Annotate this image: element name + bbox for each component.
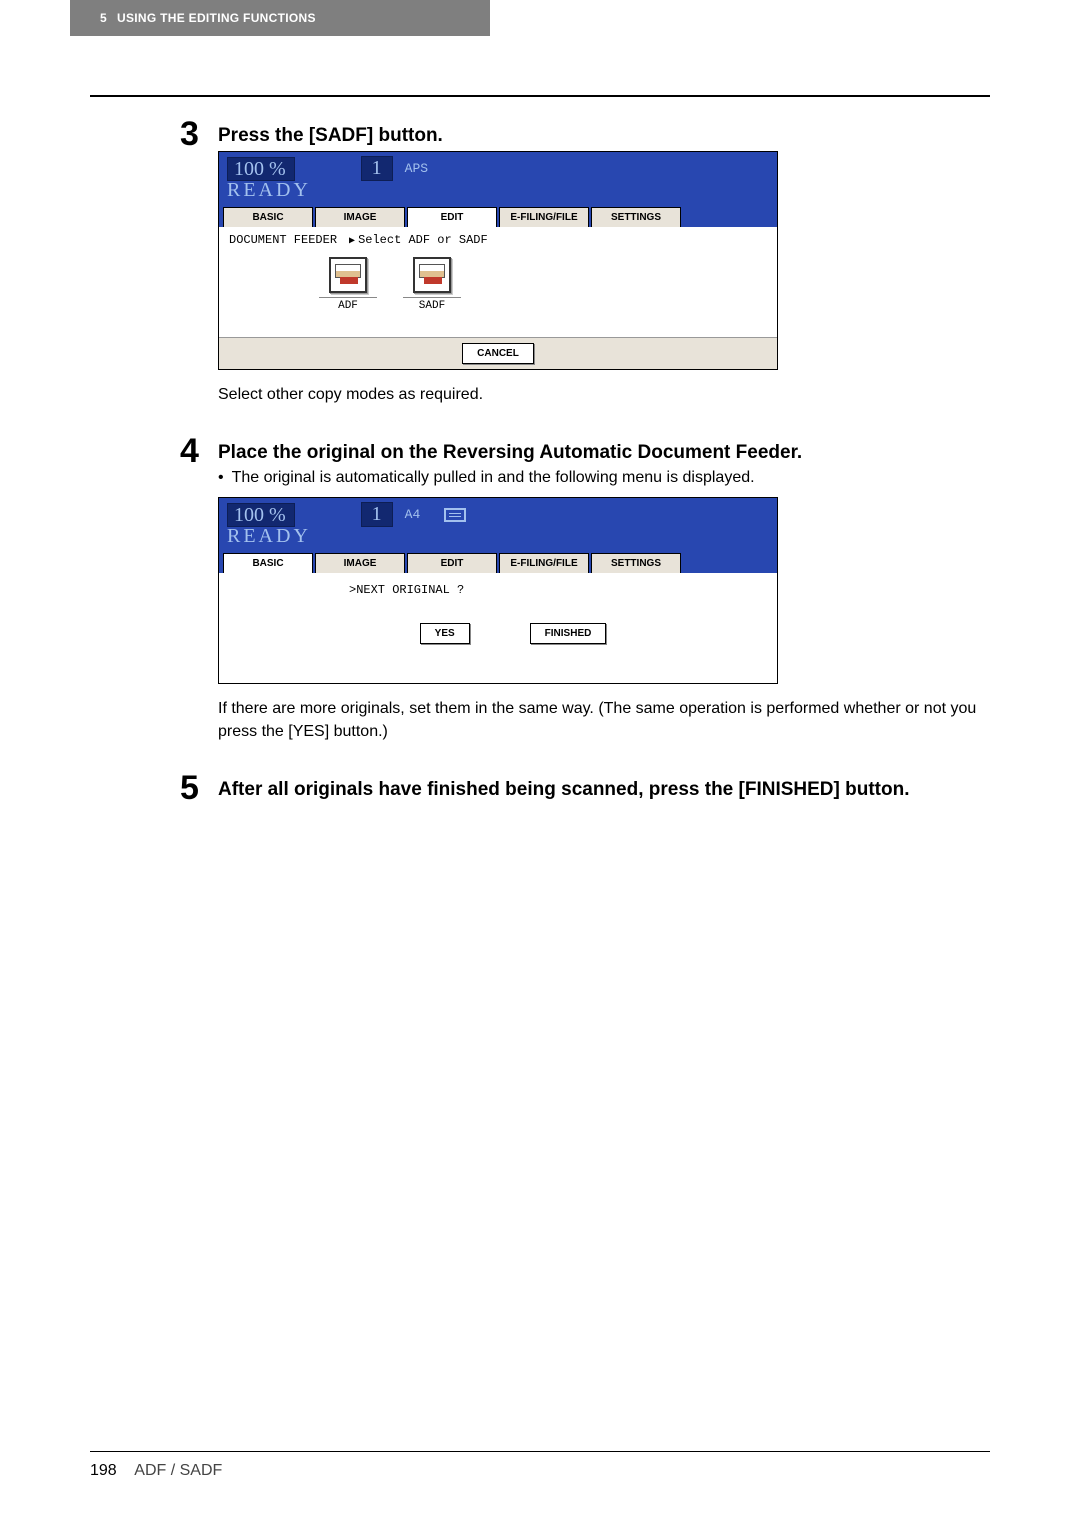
lcd-header: 100 % 1 A4 READY <box>219 498 777 551</box>
finished-button[interactable]: FINISHED <box>530 623 607 644</box>
step4-bullet: The original is automatically pulled in … <box>232 469 755 487</box>
page-header: 5 USING THE EDITING FUNCTIONS <box>70 0 490 36</box>
footer-section: ADF / SADF <box>134 1462 222 1479</box>
adf-label: ADF <box>319 297 377 312</box>
tab-image[interactable]: IMAGE <box>315 553 405 573</box>
next-original-prompt: >NEXT ORIGINAL ? <box>229 583 767 597</box>
zoom-value: 100 % <box>227 157 295 181</box>
paper-mode: A4 <box>405 507 421 522</box>
quantity-value: 1 <box>361 502 393 527</box>
step-5: 5 After all originals have finished bein… <box>90 771 990 805</box>
content-area: 3 Press the [SADF] button. 100 % 1 APS R… <box>90 95 990 811</box>
lcd-body: DOCUMENT FEEDER ▶Select ADF or SADF ADF … <box>219 227 777 337</box>
tab-edit[interactable]: EDIT <box>407 207 497 227</box>
lcd-tabs: BASIC IMAGE EDIT E-FILING/FILE SETTINGS <box>219 205 777 227</box>
step3-body: Select other copy modes as required. <box>90 384 990 406</box>
lcd-body: >NEXT ORIGINAL ? YES FINISHED <box>219 573 777 683</box>
tab-settings[interactable]: SETTINGS <box>591 553 681 573</box>
sadf-button[interactable]: SADF <box>403 257 461 312</box>
doc-feeder-label: DOCUMENT FEEDER <box>229 233 337 247</box>
cancel-button[interactable]: CANCEL <box>462 343 534 364</box>
tab-image[interactable]: IMAGE <box>315 207 405 227</box>
quantity-value: 1 <box>361 156 393 181</box>
page-footer: 198 ADF / SADF <box>90 1451 990 1480</box>
chapter-number: 5 <box>100 11 107 25</box>
step-number: 3 <box>180 117 206 151</box>
tab-basic[interactable]: BASIC <box>223 207 313 227</box>
step-number: 5 <box>180 771 206 805</box>
sadf-icon <box>413 257 451 293</box>
adf-button[interactable]: ADF <box>319 257 377 312</box>
step-number: 4 <box>180 434 206 468</box>
orientation-icon <box>444 507 466 522</box>
select-instruction: Select ADF or SADF <box>358 233 488 247</box>
step-title: After all originals have finished being … <box>218 771 910 803</box>
yes-button[interactable]: YES <box>420 623 470 644</box>
status-ready: READY <box>227 527 769 545</box>
divider <box>90 95 990 97</box>
sadf-label: SADF <box>403 297 461 312</box>
arrow-icon: ▶ <box>349 236 355 247</box>
chapter-title: USING THE EDITING FUNCTIONS <box>117 11 316 25</box>
tab-edit[interactable]: EDIT <box>407 553 497 573</box>
tab-efiling[interactable]: E-FILING/FILE <box>499 553 589 573</box>
lcd-footer: CANCEL <box>219 337 777 369</box>
page-number: 198 <box>90 1462 117 1479</box>
step4-body: If there are more originals, set them in… <box>90 698 990 743</box>
step-4: 4 Place the original on the Reversing Au… <box>90 434 990 743</box>
step-title: Place the original on the Reversing Auto… <box>218 434 990 466</box>
lcd-tabs: BASIC IMAGE EDIT E-FILING/FILE SETTINGS <box>219 551 777 573</box>
lcd-header: 100 % 1 APS READY <box>219 152 777 205</box>
bullet-icon: • <box>218 469 224 487</box>
paper-mode: APS <box>405 161 428 176</box>
step-3: 3 Press the [SADF] button. 100 % 1 APS R… <box>90 117 990 406</box>
lcd-panel-1: 100 % 1 APS READY BASIC IMAGE EDIT E-FIL… <box>218 151 778 370</box>
step-title: Press the [SADF] button. <box>218 117 443 149</box>
status-ready: READY <box>227 181 769 199</box>
lcd-panel-2: 100 % 1 A4 READY BASIC IMAGE EDIT E-FILI… <box>218 497 778 684</box>
tab-settings[interactable]: SETTINGS <box>591 207 681 227</box>
adf-icon <box>329 257 367 293</box>
zoom-value: 100 % <box>227 503 295 527</box>
footer-divider <box>90 1451 990 1452</box>
tab-basic[interactable]: BASIC <box>223 553 313 573</box>
tab-efiling[interactable]: E-FILING/FILE <box>499 207 589 227</box>
